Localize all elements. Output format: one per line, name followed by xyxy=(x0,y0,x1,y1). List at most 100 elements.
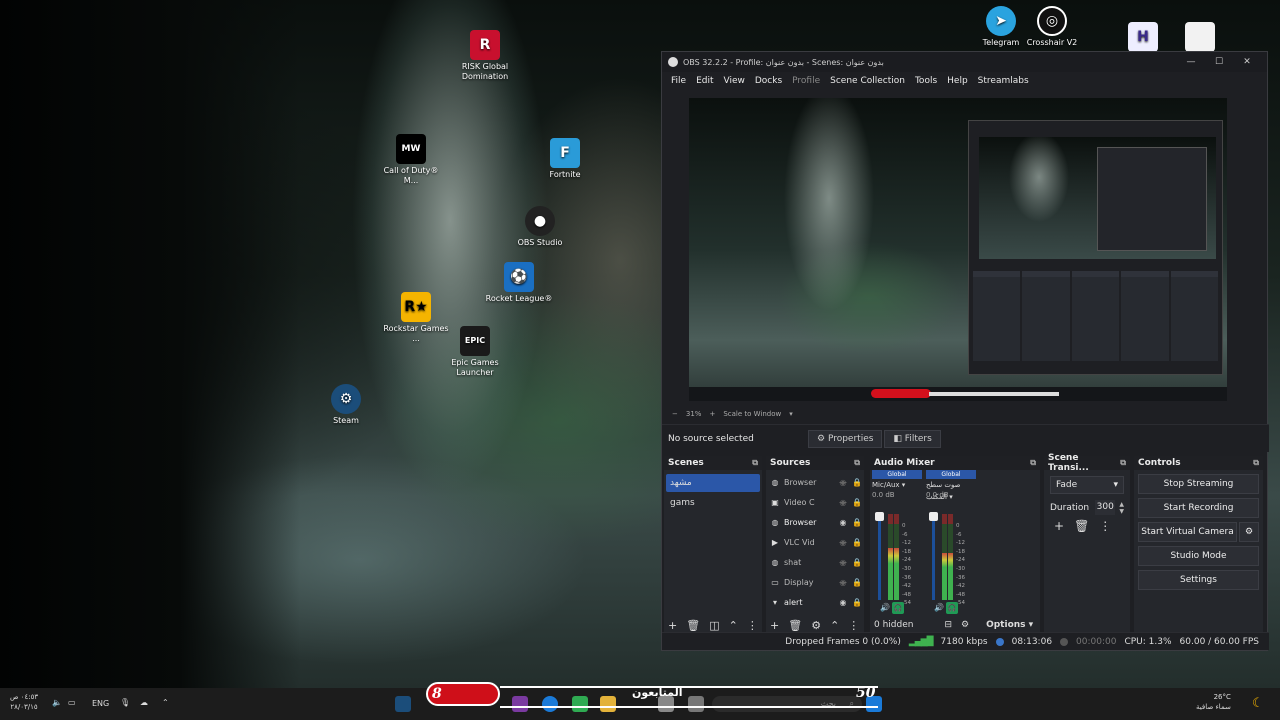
lock-icon[interactable]: 🔒 xyxy=(850,538,864,547)
studio-mode-button[interactable]: Studio Mode xyxy=(1138,546,1259,566)
zoom-out-icon[interactable]: − xyxy=(672,410,678,418)
scale-mode-select[interactable]: Scale to Window xyxy=(723,410,781,418)
desktop-icon-file[interactable] xyxy=(1165,22,1235,54)
source-item[interactable]: ◍ Browser ◉ 🔒 xyxy=(766,512,864,532)
dock-undock-icon[interactable]: ⧉ xyxy=(752,458,758,468)
lock-icon[interactable]: 🔒 xyxy=(850,518,864,527)
display-icon[interactable]: ▭ xyxy=(68,698,76,707)
chevron-down-icon[interactable]: ▾ xyxy=(789,410,793,418)
source-item[interactable]: ▶ VLC Vid ◉ 🔒 xyxy=(766,532,864,552)
menu-view[interactable]: View xyxy=(719,76,750,86)
dock-undock-icon[interactable]: ⧉ xyxy=(1120,458,1126,468)
menu-help[interactable]: Help xyxy=(942,76,973,86)
menu-docks[interactable]: Docks xyxy=(750,76,787,86)
duration-input[interactable]: 300 xyxy=(1095,500,1116,515)
dock-undock-icon[interactable]: ⧉ xyxy=(854,458,860,468)
maximize-icon[interactable]: ☐ xyxy=(1205,57,1233,67)
fader-knob[interactable] xyxy=(929,512,938,521)
desktop-icon-crosshair[interactable]: ◎ Crosshair V2 xyxy=(1017,6,1087,48)
desktop-icon-steam[interactable]: ⚙ Steam xyxy=(311,384,381,426)
desktop-icon-fortnite[interactable]: F Fortnite xyxy=(530,138,600,180)
source-item[interactable]: ◍ shat ◉ 🔒 xyxy=(766,552,864,572)
add-transition-icon[interactable]: + xyxy=(1054,519,1064,533)
cloud-icon[interactable]: ☁ xyxy=(140,698,148,707)
scene-filters-icon[interactable]: ◫ xyxy=(709,619,719,632)
visibility-off-icon[interactable]: ◉ xyxy=(836,578,850,587)
preview-canvas[interactable] xyxy=(689,98,1227,401)
speaker-icon[interactable]: 🔈 xyxy=(52,698,62,707)
properties-button[interactable]: ⚙ Properties xyxy=(808,429,883,448)
desktop-icon-risk[interactable]: R RISK Global Domination xyxy=(450,30,520,82)
menu-scene-collection[interactable]: Scene Collection xyxy=(825,76,910,86)
channel-name-select[interactable]: صوت سطح المكتب ▾ xyxy=(926,479,976,501)
menu-file[interactable]: File xyxy=(666,76,691,86)
desktop-icon-epic[interactable]: EPIC Epic Games Launcher xyxy=(440,326,510,378)
desktop-icon-cod[interactable]: MW Call of Duty® M... xyxy=(376,134,446,186)
menu-tools[interactable]: Tools xyxy=(910,76,942,86)
clock[interactable]: ٠٤:٥٣ ص ٢٨/٠٣/١٥ xyxy=(10,692,38,712)
scene-item[interactable]: gams xyxy=(666,494,760,512)
menu-streamlabs[interactable]: Streamlabs xyxy=(973,76,1034,86)
desktop-icon-obs[interactable]: ● OBS Studio xyxy=(505,206,575,248)
headphones-icon[interactable]: 🎧 xyxy=(892,602,904,614)
filters-button[interactable]: ◧ Filters xyxy=(884,429,941,448)
remove-transition-icon[interactable]: 🗑 xyxy=(1074,519,1089,533)
mixer-options-button[interactable]: Options ▾ xyxy=(986,620,1033,630)
start-virtual-camera-button[interactable]: Start Virtual Camera xyxy=(1138,522,1237,542)
remove-scene-icon[interactable]: 🗑 xyxy=(686,619,700,632)
visibility-off-icon[interactable]: ◉ xyxy=(836,498,850,507)
steam-taskbar-icon[interactable] xyxy=(395,696,411,712)
desktop-icon-rocket-league[interactable]: ⚽ Rocket League® xyxy=(484,262,554,304)
microphone-icon[interactable]: 🎙 xyxy=(120,698,130,707)
more-icon[interactable]: ⋮ xyxy=(1099,519,1111,533)
zoom-in-icon[interactable]: + xyxy=(709,410,715,418)
fader-knob[interactable] xyxy=(875,512,884,521)
volume-fader[interactable] xyxy=(929,512,938,600)
speaker-icon[interactable]: 🔊 xyxy=(934,603,944,612)
headphones-icon[interactable]: 🎧 xyxy=(946,602,958,614)
visibility-icon[interactable]: ◉ xyxy=(836,518,850,527)
lock-icon[interactable]: 🔒 xyxy=(850,498,864,507)
source-item[interactable]: ▣ Video C ◉ 🔒 xyxy=(766,492,864,512)
source-item[interactable]: ▾ alert ◉ 🔒 xyxy=(766,592,864,612)
source-properties-icon[interactable]: ⚙ xyxy=(811,619,821,632)
source-item[interactable]: ◍ Browser ◉ 🔒 xyxy=(766,472,864,492)
transition-select[interactable]: Fade ▾ xyxy=(1050,476,1124,494)
chevron-up-icon[interactable]: ⌃ xyxy=(162,698,169,707)
virtual-camera-settings-icon[interactable]: ⚙ xyxy=(1239,522,1259,542)
visibility-off-icon[interactable]: ◉ xyxy=(836,538,850,547)
mixer-layout-icon[interactable]: ⊟ xyxy=(944,620,952,630)
visibility-icon[interactable]: ◉ xyxy=(836,598,850,607)
add-scene-icon[interactable]: + xyxy=(668,619,677,632)
language-indicator[interactable]: ENG xyxy=(92,699,109,708)
dock-undock-icon[interactable]: ⧉ xyxy=(1253,458,1259,468)
menu-profile[interactable]: Profile xyxy=(787,76,825,86)
weather-widget[interactable]: 26°C سماء صافية xyxy=(1196,692,1231,712)
move-up-icon[interactable]: ⌃ xyxy=(729,619,738,632)
duration-spinner[interactable]: ▲ ▼ xyxy=(1119,501,1124,515)
channel-name-select[interactable]: Mic/Aux ▾ xyxy=(872,479,922,491)
lock-icon[interactable]: 🔒 xyxy=(850,598,864,607)
remove-source-icon[interactable]: 🗑 xyxy=(788,619,802,632)
start-recording-button[interactable]: Start Recording xyxy=(1138,498,1259,518)
stop-streaming-button[interactable]: Stop Streaming xyxy=(1138,474,1259,494)
lock-icon[interactable]: 🔒 xyxy=(850,558,864,567)
close-icon[interactable]: ✕ xyxy=(1233,57,1261,67)
mixer-settings-icon[interactable]: ⚙ xyxy=(961,620,969,630)
speaker-icon[interactable]: 🔊 xyxy=(880,603,890,612)
source-item[interactable]: ▭ Display ◉ 🔒 xyxy=(766,572,864,592)
visibility-off-icon[interactable]: ◉ xyxy=(836,558,850,567)
add-source-icon[interactable]: + xyxy=(770,619,779,632)
volume-fader[interactable] xyxy=(875,512,884,600)
more-icon[interactable]: ⋮ xyxy=(747,619,758,632)
menu-edit[interactable]: Edit xyxy=(691,76,718,86)
scene-item[interactable]: مشهد xyxy=(666,474,760,492)
lock-icon[interactable]: 🔒 xyxy=(850,578,864,587)
lock-icon[interactable]: 🔒 xyxy=(850,478,864,487)
more-icon[interactable]: ⋮ xyxy=(848,619,859,632)
move-up-icon[interactable]: ⌃ xyxy=(830,619,839,632)
visibility-off-icon[interactable]: ◉ xyxy=(836,478,850,487)
dock-undock-icon[interactable]: ⧉ xyxy=(1030,458,1036,468)
minimize-icon[interactable]: — xyxy=(1177,57,1205,67)
settings-button[interactable]: Settings xyxy=(1138,570,1259,590)
